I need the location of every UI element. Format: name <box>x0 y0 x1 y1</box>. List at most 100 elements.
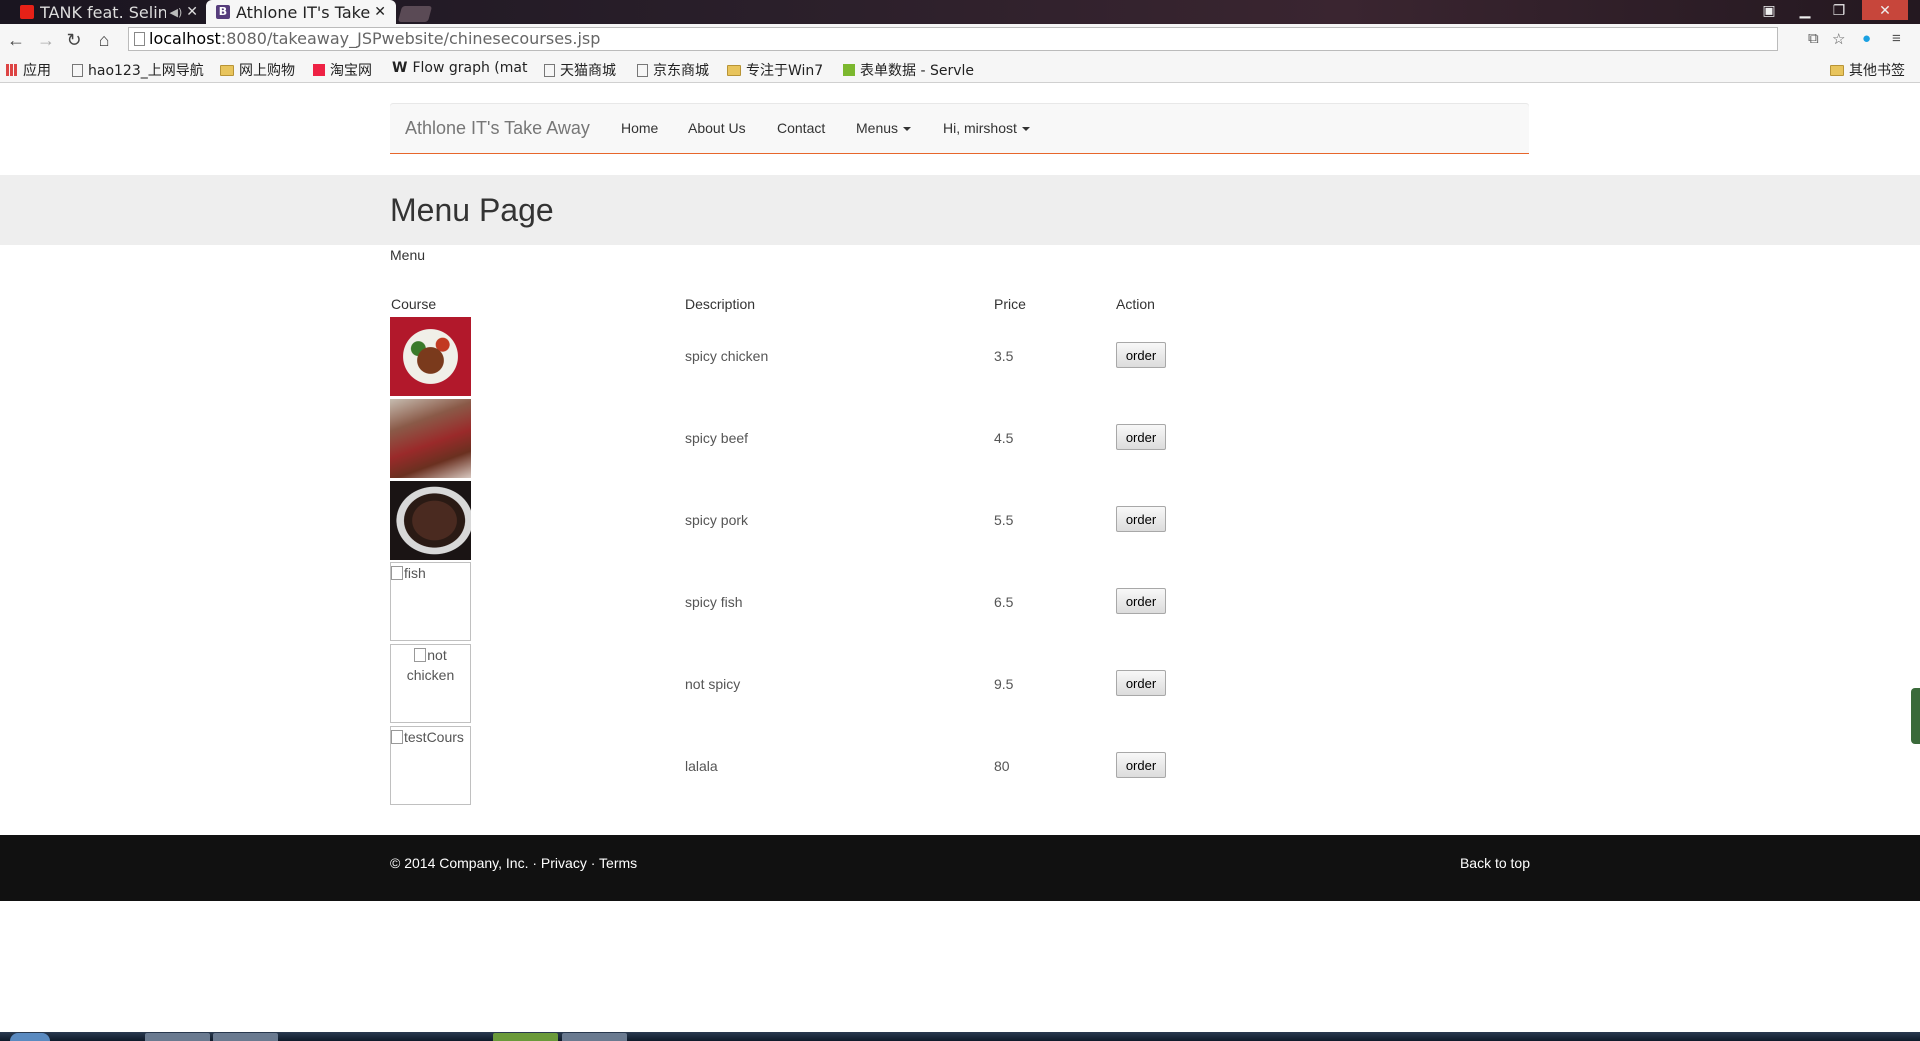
col-header-price: Price <box>994 296 1026 312</box>
back-to-top-link[interactable]: Back to top <box>1460 855 1530 871</box>
course-description: not spicy <box>685 676 741 692</box>
browser-tab-youtube[interactable]: TANK feat. Selin ◀) ✕ <box>10 0 208 24</box>
course-image <box>390 481 471 560</box>
broken-image-icon <box>391 566 403 580</box>
home-icon[interactable]: ⌂ <box>92 28 116 52</box>
bookmark-jd[interactable]: 京东商城 <box>637 60 709 80</box>
taskbar-app[interactable] <box>213 1033 278 1041</box>
taobao-icon <box>313 64 325 76</box>
back-arrow-icon[interactable]: ← <box>4 28 28 52</box>
bookmark-label: 其他书签 <box>1849 63 1905 79</box>
new-tab-button[interactable] <box>397 6 433 22</box>
nav-contact[interactable]: Contact <box>777 120 825 136</box>
bookmark-tmall[interactable]: 天猫商城 <box>544 60 616 80</box>
forward-arrow-icon[interactable]: → <box>34 28 58 52</box>
broken-image-icon <box>391 730 403 744</box>
star-icon[interactable]: ☆ <box>1832 30 1845 48</box>
course-price: 3.5 <box>994 348 1014 364</box>
address-toolbar: ← → ↻ ⌂ localhost:8080/takeaway_JSPwebsi… <box>0 24 1920 56</box>
order-button[interactable]: order <box>1116 342 1166 368</box>
course-description: spicy beef <box>685 430 749 446</box>
site-footer: © 2014 Company, Inc. · Privacy · Terms B… <box>0 835 1920 901</box>
col-header-description: Description <box>685 296 756 312</box>
bookmark-hao123[interactable]: hao123_上网导航 <box>72 60 204 80</box>
course-image <box>390 399 471 478</box>
bookmark-label: 应用 <box>23 63 51 79</box>
page-title: Menu Page <box>390 192 554 228</box>
order-button[interactable]: order <box>1116 752 1166 778</box>
nav-user-dropdown[interactable]: Hi, mirshost <box>943 120 1030 136</box>
terms-link[interactable]: Terms <box>599 855 637 871</box>
folder-icon <box>727 64 741 76</box>
menu-subtitle: Menu <box>390 247 426 263</box>
os-taskbar <box>0 1032 1920 1041</box>
youtube-icon <box>20 5 34 19</box>
bookmark-label: 京东商城 <box>653 63 709 79</box>
profile-icon[interactable]: ▣ <box>1752 0 1786 20</box>
bookmark-label: 专注于Win7 <box>746 63 824 79</box>
course-description: lalala <box>685 758 718 774</box>
bookmark-win7[interactable]: 专注于Win7 <box>727 60 823 80</box>
order-button[interactable]: order <box>1116 670 1166 696</box>
taskbar-app[interactable] <box>145 1033 210 1041</box>
nav-about-us[interactable]: About Us <box>688 120 746 136</box>
image-alt-text: testCours <box>404 729 464 745</box>
bookmark-apps[interactable]: 应用 <box>6 60 51 80</box>
taskbar-app[interactable] <box>562 1033 627 1041</box>
col-header-action: Action <box>1116 296 1155 312</box>
address-input[interactable]: localhost:8080/takeaway_JSPwebsite/chine… <box>128 27 1778 51</box>
skype-icon[interactable]: ● <box>1862 30 1871 47</box>
speaker-icon[interactable]: ◀) <box>170 6 183 19</box>
folder-icon <box>220 64 234 76</box>
bookmark-shopping[interactable]: 网上购物 <box>220 60 295 80</box>
nav-user-label: Hi, mirshost <box>943 120 1017 136</box>
nav-menus-dropdown[interactable]: Menus <box>856 120 912 136</box>
bookmark-label: Flow graph (mat <box>412 60 528 76</box>
page-icon <box>544 63 555 77</box>
page-icon <box>637 63 648 77</box>
privacy-link[interactable]: Privacy <box>541 855 587 871</box>
wikipedia-icon: W <box>392 60 408 76</box>
green-icon <box>843 64 855 76</box>
translate-icon[interactable]: ⧉ <box>1808 30 1819 47</box>
browser-tab-takeaway[interactable]: B Athlone IT's Take A ✕ <box>206 0 396 24</box>
bookmark-label: 天猫商城 <box>560 63 616 79</box>
browser-tab-bar: TANK feat. Selin ◀) ✕ B Athlone IT's Tak… <box>0 0 1920 24</box>
side-widget-handle[interactable] <box>1911 688 1920 744</box>
tab-title: TANK feat. Selin <box>40 2 166 22</box>
tab-title: Athlone IT's Take A <box>236 2 371 22</box>
order-button[interactable]: order <box>1116 424 1166 450</box>
footer-separator: · <box>590 855 596 871</box>
menu-icon[interactable]: ≡ <box>1892 30 1901 47</box>
taskbar-app[interactable] <box>493 1033 558 1041</box>
other-bookmarks[interactable]: 其他书签 <box>1830 60 1905 80</box>
bootstrap-icon: B <box>216 5 230 19</box>
copyright-text: © 2014 Company, Inc. <box>390 855 529 871</box>
minimize-button[interactable]: ▁ <box>1788 0 1822 20</box>
navbar-brand[interactable]: Athlone IT's Take Away <box>405 118 590 139</box>
reload-icon[interactable]: ↻ <box>62 28 86 52</box>
page-icon <box>134 32 145 46</box>
bookmark-label: 网上购物 <box>239 63 295 79</box>
course-image-broken: not chicken <box>390 644 471 723</box>
broken-image-icon <box>414 648 427 662</box>
window-close-button[interactable]: ✕ <box>1862 0 1908 20</box>
start-button[interactable] <box>10 1033 50 1041</box>
course-description: spicy chicken <box>685 348 769 364</box>
bookmark-servlet[interactable]: 表单数据 - Servle <box>843 60 981 80</box>
bookmark-flow-graph[interactable]: W Flow graph (mat <box>392 60 530 76</box>
url-path: :8080/takeaway_JSPwebsite/chinesecourses… <box>220 29 601 48</box>
maximize-button[interactable]: ❐ <box>1822 0 1856 20</box>
course-description: spicy fish <box>685 594 743 610</box>
course-image-broken: fish <box>390 562 471 641</box>
course-price: 4.5 <box>994 430 1014 446</box>
bookmark-label: 淘宝网 <box>330 63 372 79</box>
close-tab-icon[interactable]: ✕ <box>374 4 386 20</box>
nav-home[interactable]: Home <box>621 120 658 136</box>
course-price: 5.5 <box>994 512 1014 528</box>
bookmark-taobao[interactable]: 淘宝网 <box>313 60 372 80</box>
order-button[interactable]: order <box>1116 588 1166 614</box>
bookmarks-bar: 应用 hao123_上网导航 网上购物 淘宝网 W Flow graph (mat… <box>0 56 1920 83</box>
order-button[interactable]: order <box>1116 506 1166 532</box>
close-tab-icon[interactable]: ✕ <box>186 4 198 20</box>
